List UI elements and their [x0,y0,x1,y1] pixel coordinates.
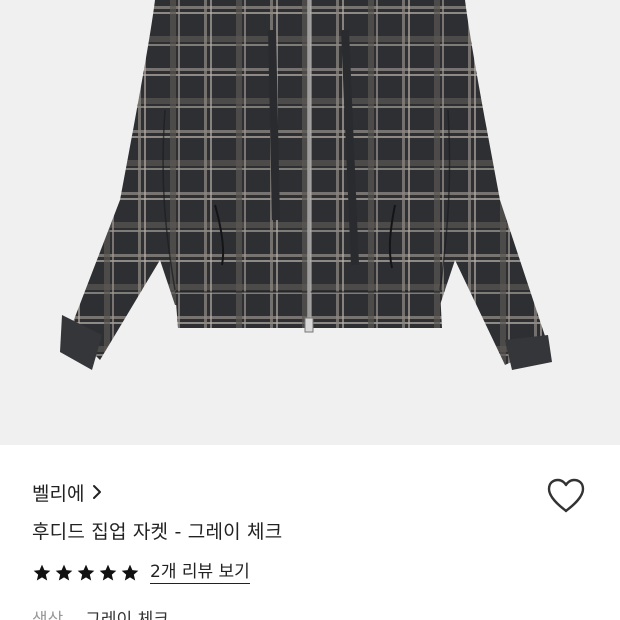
review-link[interactable]: 2개 리뷰 보기 [150,562,250,584]
brand-name: 벨리에 [32,482,85,505]
star-rating [32,563,140,583]
color-option-row: 색상 그레이 체크 [32,605,169,620]
brand-link[interactable]: 벨리에 [32,479,102,505]
star-filled-icon [99,564,117,581]
jacket-photo [60,0,552,370]
product-image[interactable] [0,0,620,445]
heart-outline-icon[interactable] [545,476,587,516]
product-info-panel: 벨리에 후디드 집업 자켓 - 그레이 체크 2개 리뷰 보기 색상 그레이 체… [0,445,620,620]
star-filled-icon [33,564,51,581]
product-title: 후디드 집업 자켓 - 그레이 체크 [32,521,283,543]
rating-row: 2개 리뷰 보기 [32,560,250,586]
chevron-right-icon [92,484,102,500]
product-detail-page: 벨리에 후디드 집업 자켓 - 그레이 체크 2개 리뷰 보기 색상 그레이 체… [0,0,620,620]
star-filled-icon [55,564,73,581]
color-option-label: 색상 [32,610,64,620]
star-filled-icon [77,564,95,581]
star-filled-icon [121,564,139,581]
color-option-value: 그레이 체크 [85,610,169,620]
